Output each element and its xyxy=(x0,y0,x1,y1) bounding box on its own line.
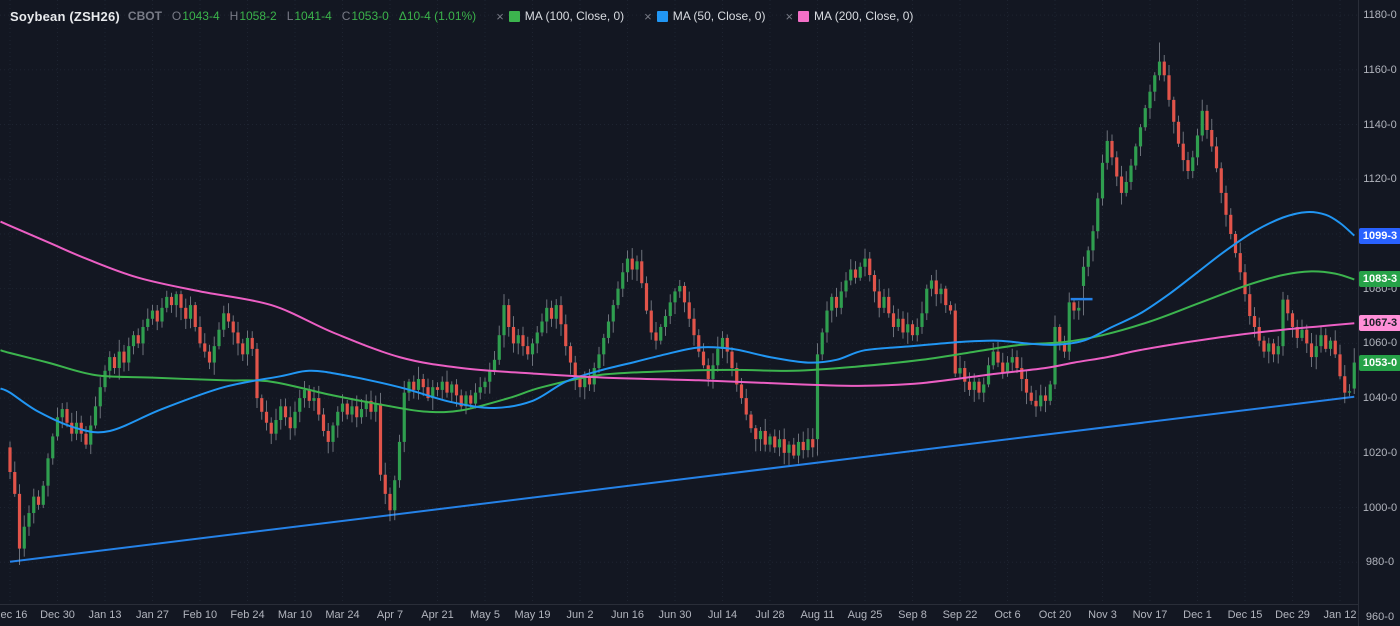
x-tick-label: Oct 20 xyxy=(1039,609,1071,621)
indicator-ma200: × MA (200, Close, 0) xyxy=(785,9,913,23)
ma200-label[interactable]: MA (200, Close, 0) xyxy=(814,9,913,23)
remove-ma50-icon[interactable]: × xyxy=(644,10,652,23)
indicator-ma100: × MA (100, Close, 0) xyxy=(496,9,624,23)
x-tick-label: Nov 17 xyxy=(1133,609,1168,621)
x-tick-label: Oct 6 xyxy=(994,609,1020,621)
y-tick-label: 1020-0 xyxy=(1359,447,1400,459)
high-field: H1058-2 xyxy=(230,9,277,23)
y-tick-label: 960-0 xyxy=(1359,611,1400,623)
x-tick-label: Dec 1 xyxy=(1183,609,1212,621)
y-tick-label: 1140-0 xyxy=(1359,119,1400,131)
low-value: 1041-4 xyxy=(294,9,331,23)
x-tick-label: Feb 24 xyxy=(230,609,264,621)
trendline-drawing[interactable] xyxy=(10,397,1354,562)
y-tick-label: 1040-0 xyxy=(1359,392,1400,404)
ma200-swatch-icon xyxy=(798,11,809,22)
ma50-swatch-icon xyxy=(657,11,668,22)
x-tick-label: Jan 13 xyxy=(88,609,121,621)
close-field: C1053-0 xyxy=(342,9,389,23)
x-tick-label: Nov 3 xyxy=(1088,609,1117,621)
ma50-label[interactable]: MA (50, Close, 0) xyxy=(673,9,766,23)
x-tick-label: Sep 22 xyxy=(943,609,978,621)
candle-wicks xyxy=(10,42,1354,565)
open-field: O1043-4 xyxy=(172,9,220,23)
x-tick-label: Jun 30 xyxy=(658,609,691,621)
low-field: L1041-4 xyxy=(287,9,332,23)
chart-pane[interactable] xyxy=(0,0,1358,604)
ma-line-ma200[interactable] xyxy=(1,222,1355,386)
time-axis[interactable]: Dec 16 Dec 30 Jan 13 Jan 27 Feb 10 Feb 24 Mar … xyxy=(0,604,1358,626)
x-tick-label: Mar 24 xyxy=(325,609,359,621)
y-tick-label: 980-0 xyxy=(1359,556,1400,568)
price-badge-MA50: 1099-3 xyxy=(1359,228,1400,244)
x-tick-label: Aug 11 xyxy=(800,609,834,621)
x-tick-label: Mar 10 xyxy=(278,609,312,621)
open-value: 1043-4 xyxy=(182,9,219,23)
price-axis[interactable]: 1180-01160-01140-01120-01100-01080-01060… xyxy=(1358,0,1400,626)
x-tick-label: Sep 8 xyxy=(898,609,927,621)
y-tick-label: 1000-0 xyxy=(1359,502,1400,514)
x-tick-label: Feb 10 xyxy=(183,609,217,621)
y-tick-label: 1120-0 xyxy=(1359,173,1400,185)
high-value: 1058-2 xyxy=(239,9,276,23)
price-badge-MA100: 1083-3 xyxy=(1359,271,1400,287)
price-badge-MA200: 1067-3 xyxy=(1359,315,1400,331)
price-badge-last-price: 1053-0 xyxy=(1359,355,1400,371)
x-tick-label: Apr 21 xyxy=(421,609,453,621)
change-value: Δ10-4 (1.01%) xyxy=(399,9,476,23)
remove-ma200-icon[interactable]: × xyxy=(785,10,793,23)
exchange-label: CBOT xyxy=(128,9,162,23)
y-tick-label: 1060-0 xyxy=(1359,337,1400,349)
ma-line-ma50[interactable] xyxy=(1,212,1355,432)
x-tick-label: Aug 25 xyxy=(848,609,883,621)
ma100-label[interactable]: MA (100, Close, 0) xyxy=(525,9,624,23)
chart-legend-header: Soybean (ZSH26) CBOT O1043-4 H1058-2 L10… xyxy=(10,7,913,25)
indicator-ma50: × MA (50, Close, 0) xyxy=(644,9,765,23)
symbol-title[interactable]: Soybean (ZSH26) xyxy=(10,9,120,24)
x-tick-label: Jun 2 xyxy=(567,609,594,621)
close-value: 1053-0 xyxy=(351,9,388,23)
x-tick-label: Dec 29 xyxy=(1275,609,1310,621)
x-tick-label: Apr 7 xyxy=(377,609,403,621)
x-tick-label: May 5 xyxy=(470,609,500,621)
x-tick-label: Jul 28 xyxy=(755,609,784,621)
x-tick-label: Jun 16 xyxy=(611,609,644,621)
remove-ma100-icon[interactable]: × xyxy=(496,10,504,23)
y-tick-label: 1180-0 xyxy=(1359,9,1400,21)
x-tick-label: Jan 27 xyxy=(136,609,169,621)
trading-chart-app: Soybean (ZSH26) CBOT O1043-4 H1058-2 L10… xyxy=(0,0,1400,626)
x-tick-label: May 19 xyxy=(514,609,550,621)
x-tick-label: Dec 15 xyxy=(1228,609,1263,621)
y-tick-label: 1160-0 xyxy=(1359,64,1400,76)
x-tick-label: Dec 16 xyxy=(0,609,27,621)
x-tick-label: Dec 30 xyxy=(40,609,75,621)
ma100-swatch-icon xyxy=(509,11,520,22)
x-tick-label: Jul 14 xyxy=(708,609,737,621)
x-tick-label: Jan 12 xyxy=(1323,609,1356,621)
